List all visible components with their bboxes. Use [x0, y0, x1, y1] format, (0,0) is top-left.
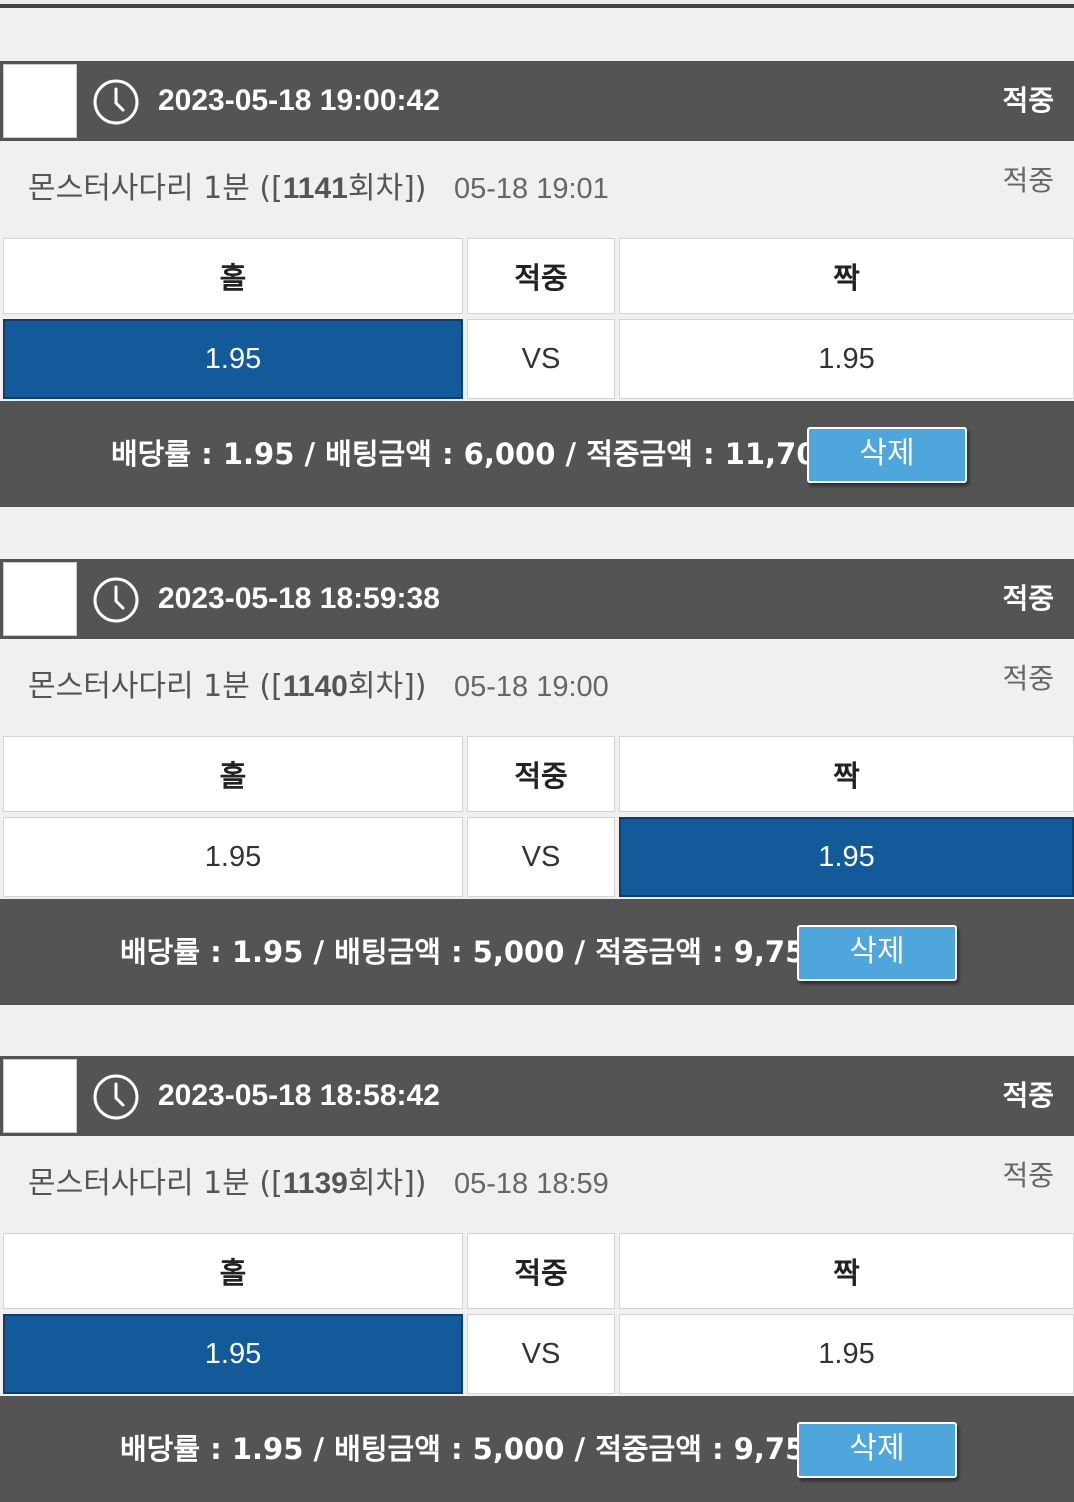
bet-summary-bar: 배당률 : 1.95 / 배팅금액 : 5,000 / 적중금액 : 9,750…: [0, 1396, 1074, 1502]
delete-button[interactable]: 삭제: [797, 1422, 957, 1478]
column-result-header: 적중: [467, 736, 615, 812]
select-checkbox[interactable]: [3, 64, 77, 138]
column-even-header: 짝: [619, 1233, 1074, 1309]
delete-button[interactable]: 삭제: [797, 925, 957, 981]
bet-timestamp: 2023-05-18 19:00:42: [158, 84, 440, 117]
vs-label: VS: [467, 319, 615, 399]
game-name-prefix: 몬스터사다리 1분 ([: [28, 171, 283, 206]
game-time: 05-18 19:01: [454, 173, 609, 205]
column-result-header: 적중: [467, 1233, 615, 1309]
bet-card-header: 2023-05-18 18:59:38 적중: [0, 559, 1074, 639]
odds-even-button[interactable]: 1.95: [619, 1314, 1074, 1394]
game-status: 적중: [1002, 662, 1054, 695]
game-round: 1140: [282, 670, 348, 703]
bet-card: 2023-05-18 18:58:42 적중 몬스터사다리 1분 ([1139회…: [0, 1056, 1074, 1502]
bet-timestamp: 2023-05-18 18:59:38: [158, 582, 440, 615]
game-info-row: 몬스터사다리 1분 ([1141회차]) 05-18 19:01 적중: [0, 141, 1074, 237]
bet-status: 적중: [1002, 84, 1054, 117]
bet-summary-bar: 배당률 : 1.95 / 배팅금액 : 6,000 / 적중금액 : 11,70…: [0, 401, 1074, 507]
game-info-row: 몬스터사다리 1분 ([1140회차]) 05-18 19:00 적중: [0, 639, 1074, 735]
select-checkbox[interactable]: [3, 1059, 77, 1133]
game-name-prefix: 몬스터사다리 1분 ([: [28, 1166, 283, 1201]
vs-label: VS: [467, 817, 615, 897]
game-name-suffix: 회차]): [347, 1166, 427, 1201]
game-name: 몬스터사다리 1분 ([1139회차]): [28, 1162, 426, 1206]
game-name-suffix: 회차]): [347, 171, 427, 206]
game-round: 1139: [282, 1167, 348, 1200]
column-result-header: 적중: [467, 238, 615, 314]
column-odd-header: 홀: [3, 736, 463, 812]
vs-label: VS: [467, 1314, 615, 1394]
odds-even-button[interactable]: 1.95: [619, 817, 1074, 897]
column-odd-header: 홀: [3, 238, 463, 314]
bet-status: 적중: [1002, 582, 1054, 615]
game-round: 1141: [282, 172, 348, 205]
odds-odd-button[interactable]: 1.95: [3, 817, 463, 897]
clock-icon: [93, 79, 139, 125]
odds-odd-button[interactable]: 1.95: [3, 1314, 463, 1394]
select-checkbox[interactable]: [3, 562, 77, 636]
column-even-header: 짝: [619, 238, 1074, 314]
game-status: 적중: [1002, 1159, 1054, 1192]
clock-icon: [93, 577, 139, 623]
bet-summary: 배당률 : 1.95 / 배팅금액 : 5,000 / 적중금액 : 9,750: [120, 935, 826, 969]
game-time: 05-18 19:00: [454, 671, 609, 703]
bet-card-header: 2023-05-18 18:58:42 적중: [0, 1056, 1074, 1136]
column-odd-header: 홀: [3, 1233, 463, 1309]
bet-summary: 배당률 : 1.95 / 배팅금액 : 6,000 / 적중금액 : 11,70…: [111, 437, 837, 471]
game-name: 몬스터사다리 1분 ([1141회차]): [28, 167, 426, 211]
odds-even-button[interactable]: 1.95: [619, 319, 1074, 399]
bet-timestamp: 2023-05-18 18:58:42: [158, 1079, 440, 1112]
bet-status: 적중: [1002, 1079, 1054, 1112]
game-status: 적중: [1002, 164, 1054, 197]
game-name-prefix: 몬스터사다리 1분 ([: [28, 669, 283, 704]
bet-summary: 배당률 : 1.95 / 배팅금액 : 5,000 / 적중금액 : 9,750: [120, 1432, 826, 1466]
clock-icon: [93, 1074, 139, 1120]
top-divider: [0, 0, 1074, 8]
bet-summary-bar: 배당률 : 1.95 / 배팅금액 : 5,000 / 적중금액 : 9,750…: [0, 899, 1074, 1005]
delete-button[interactable]: 삭제: [807, 427, 967, 483]
bet-card: 2023-05-18 18:59:38 적중 몬스터사다리 1분 ([1140회…: [0, 559, 1074, 1005]
column-even-header: 짝: [619, 736, 1074, 812]
game-time: 05-18 18:59: [454, 1168, 609, 1200]
game-info-row: 몬스터사다리 1분 ([1139회차]) 05-18 18:59 적중: [0, 1136, 1074, 1232]
bet-card: 2023-05-18 19:00:42 적중 몬스터사다리 1분 ([1141회…: [0, 61, 1074, 507]
bet-card-header: 2023-05-18 19:00:42 적중: [0, 61, 1074, 141]
game-name: 몬스터사다리 1분 ([1140회차]): [28, 665, 426, 709]
odds-odd-button[interactable]: 1.95: [3, 319, 463, 399]
game-name-suffix: 회차]): [347, 669, 427, 704]
